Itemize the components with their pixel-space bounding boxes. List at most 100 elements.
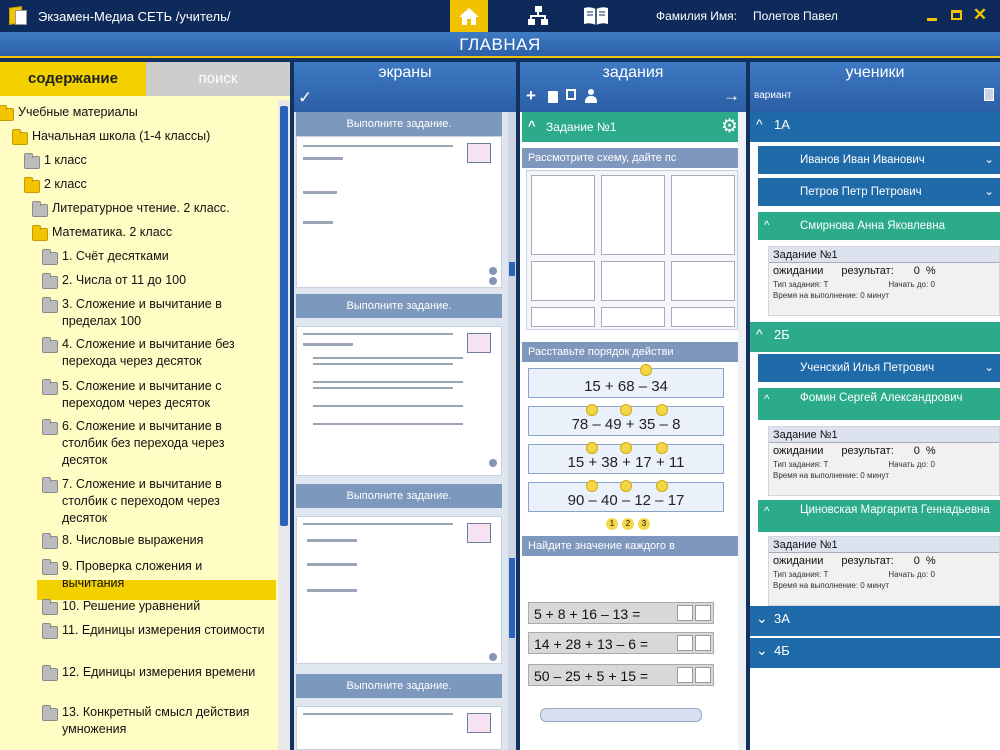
chevron-up-icon[interactable]: ^ [764,506,769,519]
class-row[interactable]: ^ 2Б [750,322,1000,352]
tree-item[interactable]: 12. Единицы измерения времени [62,664,267,681]
folder-icon [42,297,58,313]
student-row[interactable]: Ученский Илья Петрович ⌄ [758,354,1000,382]
equation-row[interactable]: 14 + 28 + 13 – 6 = [528,632,714,654]
student-task-title: Задание №1 [769,427,999,443]
equation-row[interactable]: 50 – 25 + 5 + 15 = [528,664,714,686]
task-block-header[interactable]: Найдите значение каждого в [522,536,744,556]
chevron-up-icon[interactable]: ^ [756,116,763,132]
maximize-icon[interactable] [948,7,964,23]
tree-item[interactable]: Учебные материалы [18,104,268,121]
student-row-expanded[interactable]: ^ Фомин Сергей Александрович [758,388,1000,420]
task-block-header[interactable]: Рассмотрите схему, дайте пс [522,148,744,168]
tab-content[interactable]: содержание [0,62,146,96]
folder-icon [42,273,58,289]
order-label[interactable]: 1 [606,518,618,530]
check-icon[interactable]: ✓ [298,88,312,108]
close-icon[interactable]: ✕ [972,5,988,24]
minimize-icon[interactable] [924,7,940,23]
tree-item[interactable]: 1 класс [44,152,264,169]
screen-card[interactable] [296,326,502,476]
tree-item[interactable]: 11. Единицы измерения стоимости [62,622,267,639]
home-icon[interactable] [450,0,488,32]
expression-card[interactable]: 15 + 68 – 34 [528,368,724,398]
copy-icon[interactable] [566,89,576,100]
book-icon[interactable] [576,0,616,32]
network-icon[interactable] [518,0,558,32]
tree-item[interactable]: 2 класс [44,176,264,193]
screens-scrollbar[interactable] [508,112,516,750]
tree-item[interactable]: 6. Сложение и вычитание в столбик без пе… [62,418,267,469]
chevron-down-icon[interactable]: ⌄ [984,146,994,174]
tree-item[interactable]: 10. Решение уравнений [62,598,267,615]
chevron-up-icon[interactable]: ^ [528,118,536,133]
task-block-header[interactable]: Расставьте порядок действи [522,342,744,362]
add-icon[interactable]: + [526,86,536,106]
student-row[interactable]: Иванов Иван Иванович ⌄ [758,146,1000,174]
class-row[interactable]: ^ 1А [750,112,1000,142]
chevron-down-icon[interactable]: ⌄ [756,610,768,627]
tree-item[interactable]: Математика. 2 класс [52,224,272,241]
student-task-box: Задание №1 ожидании результат: 0% Тип зада… [768,426,1000,496]
order-bubble [656,404,668,416]
gear-icon[interactable]: ⚙ [721,115,738,138]
title-bar: Экзамен-Медиа СЕТЬ /учитель/ Фамилия Имя… [0,0,1000,32]
equation-row[interactable]: 5 + 8 + 16 – 13 = [528,602,714,624]
folder-icon [42,533,58,549]
answer-box[interactable] [695,635,711,651]
folder-icon [42,249,58,265]
answer-box[interactable] [695,605,711,621]
tree-item[interactable]: 7. Сложение и вычитание в столбик с пере… [62,476,267,527]
tree-scrollbar[interactable] [278,100,290,750]
user-name: Полетов Павел [753,9,838,23]
tree-item[interactable]: Литературное чтение. 2 класс. [52,200,272,217]
student-task-title: Задание №1 [769,537,999,553]
start-label: Начать до: 0 [888,460,935,469]
tab-search[interactable]: поиск [146,62,290,96]
chevron-down-icon[interactable]: ⌄ [984,354,994,382]
trash-icon[interactable] [984,88,994,101]
tree-scrollbar-thumb[interactable] [280,106,288,526]
order-bubble [656,442,668,454]
screens-scrollbar-thumb[interactable] [509,558,515,638]
answer-box[interactable] [677,605,693,621]
chevron-up-icon[interactable]: ^ [764,212,769,240]
answer-box[interactable] [677,667,693,683]
scroll-up-icon[interactable] [509,262,515,276]
chevron-up-icon[interactable]: ^ [756,326,763,342]
order-label[interactable]: 2 [622,518,634,530]
screen-card[interactable] [296,706,502,750]
chevron-down-icon[interactable]: ⌄ [984,178,994,206]
students-header: ученики вариант [750,62,1000,112]
tree-item[interactable]: Начальная школа (1-4 классы) [32,128,272,145]
student-row-expanded[interactable]: ^ Циновская Маргарита Геннадьевна [758,500,1000,532]
tree-item[interactable]: 1. Счёт десятками [62,248,267,265]
answer-box[interactable] [677,635,693,651]
arrow-right-icon[interactable]: → [723,86,740,106]
class-row[interactable]: ⌄ 3А [750,606,1000,636]
tree-item[interactable]: 13. Конкретный смысл действия умножения [62,704,267,738]
chevron-up-icon[interactable]: ^ [764,394,769,407]
order-label[interactable]: 3 [638,518,650,530]
folder-open-icon [12,129,28,145]
tree-item[interactable]: 4. Сложение и вычитание без перехода чер… [62,336,267,370]
tree-item[interactable]: 5. Сложение и вычитание с переходом чере… [62,378,267,412]
task-header[interactable]: ^ Задание №1 ⚙ [522,112,744,142]
users-icon[interactable] [584,89,598,103]
chevron-down-icon[interactable]: ⌄ [756,642,768,659]
answer-box[interactable] [695,667,711,683]
app-logo-icon [6,4,30,28]
class-row[interactable]: ⌄ 4Б [750,638,1000,668]
screen-card[interactable] [296,516,502,664]
folder-icon [42,599,58,615]
pagination-dots[interactable] [540,708,702,722]
screen-card[interactable] [296,136,502,288]
student-row[interactable]: Петров Петр Петрович ⌄ [758,178,1000,206]
delete-icon[interactable] [548,91,558,103]
tree-item-selected[interactable]: 8. Числовые выражения [62,532,267,549]
tree-item[interactable]: 9. Проверка сложения и вычитания [62,558,267,592]
tasks-scrollbar[interactable] [738,112,746,750]
student-row-expanded[interactable]: ^ Смирнова Анна Яковлевна [758,212,1000,240]
tree-item[interactable]: 2. Числа от 11 до 100 [62,272,267,289]
tree-item[interactable]: 3. Сложение и вычитание в пределах 100 [62,296,267,330]
